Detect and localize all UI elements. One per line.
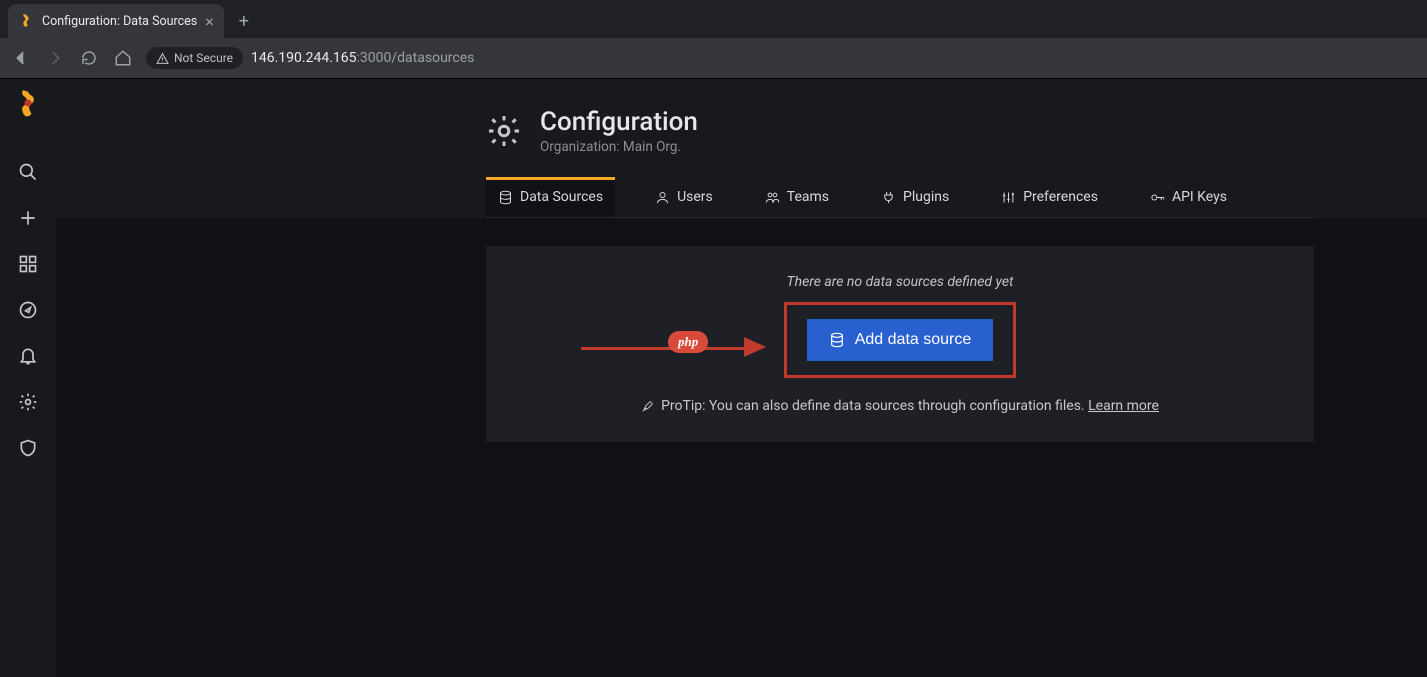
database-icon: [498, 190, 513, 205]
main-content: Configuration Organization: Main Org. Da…: [56, 79, 1427, 677]
annotation-highlight-box: Add data source: [784, 302, 1017, 378]
tab-api-keys[interactable]: API Keys: [1138, 177, 1239, 217]
browser-toolbar: Not Secure 146.190.244.165:3000/datasour…: [0, 38, 1427, 78]
page-subtitle: Organization: Main Org.: [540, 139, 698, 155]
security-status-label: Not Secure: [174, 51, 233, 65]
grafana-app: Configuration Organization: Main Org. Da…: [0, 79, 1427, 677]
sidebar: [0, 79, 56, 677]
key-icon: [1150, 190, 1165, 205]
alerting-icon[interactable]: [17, 345, 39, 367]
tab-strip: Configuration: Data Sources × +: [0, 0, 1427, 38]
add-data-source-button[interactable]: Add data source: [807, 319, 994, 361]
warning-icon: [156, 52, 169, 65]
rocket-icon: [641, 399, 655, 413]
reload-icon[interactable]: [78, 47, 100, 69]
tab-users[interactable]: Users: [643, 177, 725, 217]
url-host: 146.190.244.165: [251, 50, 357, 66]
explore-icon[interactable]: [17, 299, 39, 321]
forward-icon: [44, 47, 66, 69]
tab-label: Users: [677, 189, 713, 205]
gear-icon: [486, 113, 522, 149]
dashboards-icon[interactable]: [17, 253, 39, 275]
tab-label: API Keys: [1172, 189, 1227, 205]
close-tab-icon[interactable]: ×: [205, 12, 214, 31]
page-header: Configuration Organization: Main Org. Da…: [56, 79, 1427, 218]
new-tab-button[interactable]: +: [230, 7, 258, 35]
sliders-icon: [1001, 190, 1016, 205]
server-admin-icon[interactable]: [17, 437, 39, 459]
security-status-pill[interactable]: Not Secure: [146, 47, 243, 69]
address-bar[interactable]: Not Secure 146.190.244.165:3000/datasour…: [146, 47, 1417, 69]
tabs: Data Sources Users Teams Plugins: [486, 177, 1314, 218]
tab-preferences[interactable]: Preferences: [989, 177, 1110, 217]
grafana-favicon-icon: [18, 13, 34, 29]
protip-text: ProTip: You can also define data sources…: [661, 398, 1159, 414]
browser-chrome: Configuration: Data Sources × + Not Secu…: [0, 0, 1427, 79]
protip-row: ProTip: You can also define data sources…: [641, 398, 1159, 414]
browser-tab-active[interactable]: Configuration: Data Sources ×: [8, 4, 224, 38]
tab-label: Preferences: [1023, 189, 1098, 205]
tab-data-sources[interactable]: Data Sources: [486, 177, 615, 217]
empty-state-text: There are no data sources defined yet: [787, 274, 1014, 290]
back-icon[interactable]: [10, 47, 32, 69]
configuration-icon[interactable]: [17, 391, 39, 413]
tab-label: Plugins: [903, 189, 949, 205]
plug-icon: [881, 190, 896, 205]
grafana-logo-icon[interactable]: [14, 89, 42, 117]
search-icon[interactable]: [17, 161, 39, 183]
url-path: :3000/datasources: [357, 50, 475, 66]
user-icon: [655, 190, 670, 205]
data-sources-panel: There are no data sources defined yet Ad…: [486, 246, 1314, 442]
tab-label: Teams: [787, 189, 829, 205]
tab-teams[interactable]: Teams: [753, 177, 841, 217]
learn-more-link[interactable]: Learn more: [1088, 398, 1159, 414]
add-data-source-label: Add data source: [855, 331, 972, 349]
page-title: Configuration: [540, 107, 698, 137]
tab-plugins[interactable]: Plugins: [869, 177, 961, 217]
url-text: 146.190.244.165:3000/datasources: [251, 50, 474, 66]
home-icon[interactable]: [112, 47, 134, 69]
tab-label: Data Sources: [520, 189, 603, 205]
create-icon[interactable]: [17, 207, 39, 229]
database-icon: [829, 332, 845, 348]
team-icon: [765, 190, 780, 205]
browser-tab-title: Configuration: Data Sources: [42, 14, 197, 29]
protip-prefix: ProTip: You can also define data sources…: [661, 398, 1088, 414]
